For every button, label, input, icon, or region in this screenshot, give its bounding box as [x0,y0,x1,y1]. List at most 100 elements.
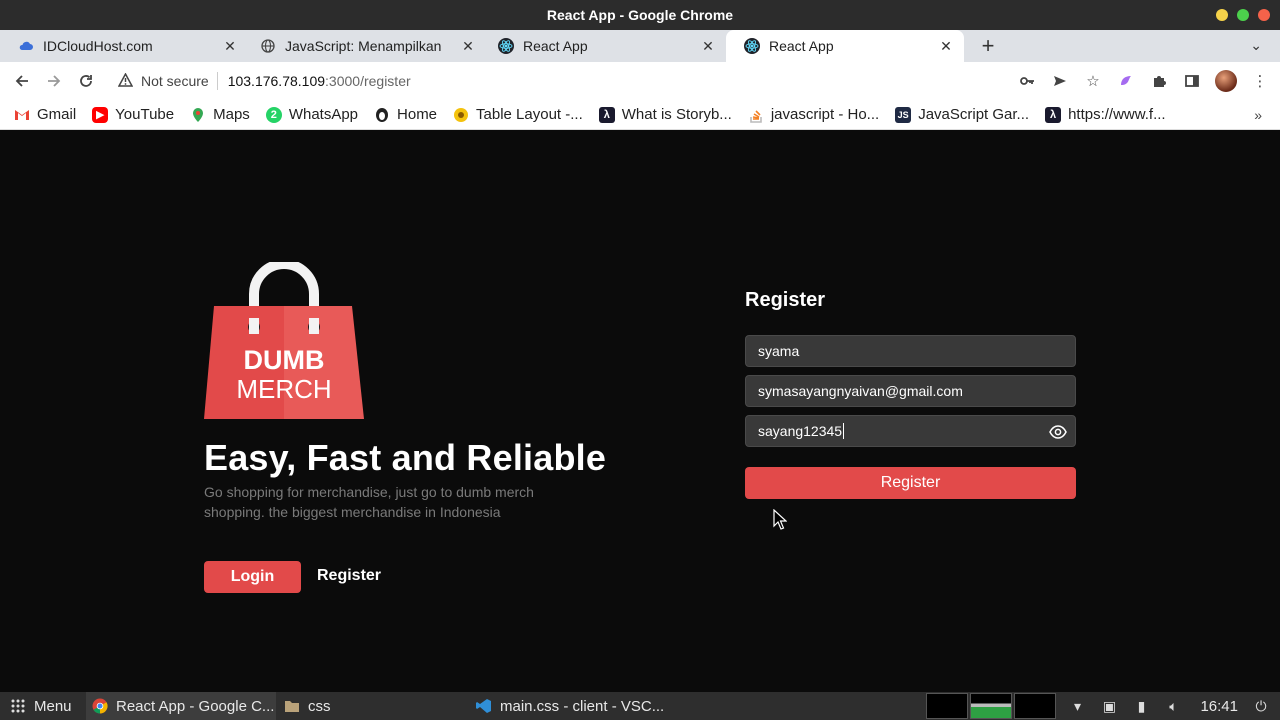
name-field-value: syama [758,343,800,359]
bookmark-label: Home [397,106,438,123]
tab-javascript[interactable]: JavaScript: Menampilkan ✕ [242,30,486,62]
gmail-icon [14,107,30,123]
close-icon[interactable]: ✕ [220,38,240,55]
bookmark-javascript-garden[interactable]: JS JavaScript Gar... [895,106,1029,123]
close-icon[interactable]: ✕ [936,38,956,55]
tab-strip: IDCloudHost.com ✕ JavaScript: Menampilka… [0,30,1280,62]
vscode-icon [476,698,492,714]
close-window-button[interactable] [1258,9,1270,21]
bookmark-gmail[interactable]: Gmail [14,106,76,123]
grid-menu-icon [10,698,26,714]
bookmark-stackoverflow[interactable]: javascript - Ho... [748,106,879,123]
taskbar-item-vscode[interactable]: main.css - client - VSC... [476,692,664,720]
bookmark-home[interactable]: Home [374,106,437,123]
new-tab-button[interactable]: + [976,33,1000,58]
bookmark-label: What is Storyb... [621,106,732,123]
star-icon[interactable]: ☆ [1083,71,1103,91]
arrow-right-icon [48,75,61,87]
tab-react-app-1[interactable]: React App ✕ [480,30,726,62]
forward-button[interactable] [43,70,65,92]
bookmarks-bar: Gmail ▶ YouTube Maps 2 WhatsApp Home Tab… [0,100,1280,130]
react-icon [744,38,760,54]
email-field-value: symasayangnyaivan@gmail.com [758,383,963,399]
reload-button[interactable] [75,70,97,92]
react-icon [498,38,514,54]
wifi-icon[interactable]: ▾ [1064,698,1090,715]
eye-icon[interactable] [1049,423,1067,441]
taskbar-item-css-folder[interactable]: css [284,692,331,720]
tab-label: React App [523,38,588,54]
key-icon[interactable] [1017,71,1037,91]
logo-text-dumb: DUMB [244,345,325,375]
chevron-down-icon[interactable]: ⌄ [1250,37,1262,54]
security-label[interactable]: Not secure [141,73,209,89]
sunflower-icon [453,107,469,123]
email-field[interactable]: symasayangnyaivan@gmail.com [745,375,1076,407]
maps-icon [190,107,206,123]
volume-icon[interactable]: 🔈︎ [1160,698,1186,715]
logo-text-merch: MERCH [236,374,331,404]
puzzle-icon[interactable] [1149,71,1169,91]
url-host: 103.176.78.109 [227,73,326,89]
workspace-2[interactable] [970,693,1013,719]
battery-icon[interactable]: ▮ [1128,698,1154,715]
workspace-1[interactable] [926,693,969,719]
power-icon[interactable]: ⏻ [1248,698,1274,715]
register-submit-button[interactable]: Register [745,467,1076,499]
maximize-button[interactable] [1237,9,1249,21]
bookmark-storybook[interactable]: λ What is Storyb... [598,106,732,123]
login-button[interactable]: Login [204,561,301,593]
toolbar-actions: ☆ ⋮ [1017,70,1270,92]
close-icon[interactable]: ✕ [698,38,718,55]
bookmark-label: https://www.f... [1068,106,1166,123]
os-taskbar: Menu React App - Google C... css main.cs… [0,692,1280,720]
back-button[interactable] [11,70,33,92]
name-field[interactable]: syama [745,335,1076,367]
bookmark-label: javascript - Ho... [770,106,880,123]
start-menu-button[interactable]: Menu [10,692,72,720]
bookmark-whatsapp[interactable]: 2 WhatsApp [265,106,358,123]
send-icon[interactable] [1050,71,1070,91]
bookmark-table-layout[interactable]: Table Layout -... [453,106,583,123]
start-menu-label: Menu [34,697,72,715]
dumb-merch-logo: DUMB MERCH [204,262,364,419]
taskbar-item-label: css [308,697,331,715]
arrow-left-icon [15,75,28,87]
bookmark-maps[interactable]: Maps [190,106,250,123]
password-field[interactable]: sayang12345 [745,415,1076,447]
folder-icon [284,698,300,714]
bookmark-label: YouTube [115,106,175,123]
register-link[interactable]: Register [317,567,381,585]
taskbar-item-chrome[interactable]: React App - Google C... [86,692,276,720]
reload-icon [80,75,92,87]
taskbar-item-label: React App - Google C... [116,697,275,715]
extension-swirl-icon[interactable] [1116,71,1136,91]
bookmark-label: Maps [213,106,250,123]
url-path: :3000/register [325,73,411,89]
tab-label: IDCloudHost.com [43,38,153,54]
window-titlebar: React App - Google Chrome [0,0,1280,30]
sidepanel-icon[interactable] [1182,71,1202,91]
kebab-menu-icon[interactable]: ⋮ [1250,71,1270,91]
warning-icon[interactable] [117,71,134,90]
cloud-icon [18,38,34,54]
tab-idcloudhost[interactable]: IDCloudHost.com ✕ [0,30,248,62]
minimize-button[interactable] [1216,9,1228,21]
browser-toolbar: Not secure 103.176.78.109:3000/register … [0,62,1280,100]
storybook-icon: λ [598,106,615,123]
display-icon[interactable]: ▣ [1096,698,1122,715]
workspace-3[interactable] [1014,693,1057,719]
chevron-right-icon[interactable]: » [1254,107,1262,123]
bookmark-https[interactable]: λ https://www.f... [1045,106,1166,123]
youtube-icon: ▶ [92,106,109,123]
close-icon[interactable]: ✕ [458,38,478,55]
password-field-value: sayang12345 [758,423,843,439]
avatar[interactable] [1215,70,1237,92]
bookmark-label: JavaScript Gar... [918,106,1030,123]
address-bar[interactable]: Not secure 103.176.78.109:3000/register [108,66,1108,96]
bookmark-youtube[interactable]: ▶ YouTube [92,106,174,123]
tab-react-app-active[interactable]: React App ✕ [726,30,964,62]
chrome-icon [92,698,108,714]
clock[interactable]: 16:41 [1200,698,1238,715]
bookmark-label: Gmail [37,106,77,123]
